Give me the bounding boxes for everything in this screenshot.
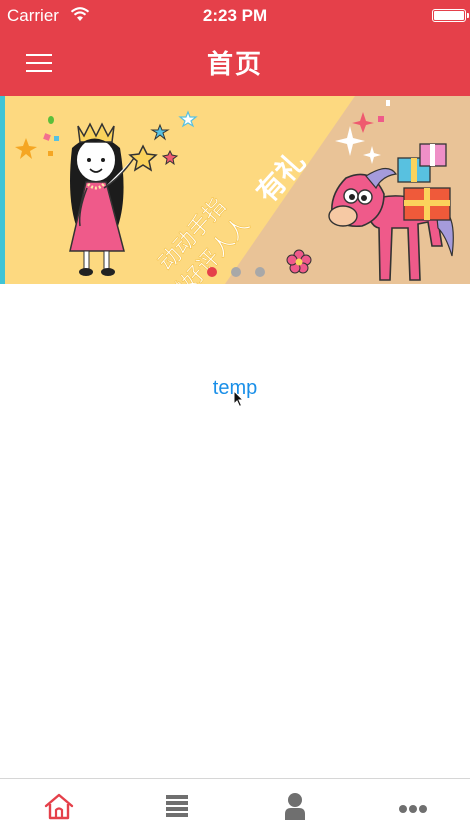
status-time: 2:23 PM xyxy=(202,6,268,25)
page-dot-1[interactable] xyxy=(207,267,217,277)
navigation-bar: Carrier 2:23 PM 首页 xyxy=(0,0,470,96)
home-icon xyxy=(44,793,73,820)
more-icon xyxy=(398,805,427,813)
tab-list[interactable] xyxy=(118,779,235,822)
promo-banner[interactable]: 动动手指 赠好评人人 有礼 xyxy=(0,96,470,284)
mouse-pointer-icon xyxy=(233,390,245,408)
banner-edge-accent xyxy=(0,96,5,284)
person-icon xyxy=(284,793,305,820)
tab-bar xyxy=(0,778,470,822)
page-dot-3[interactable] xyxy=(255,267,265,277)
tab-profile[interactable] xyxy=(236,779,353,822)
status-bar: Carrier 2:23 PM xyxy=(0,0,470,32)
list-icon xyxy=(165,795,188,817)
page-dot-2[interactable] xyxy=(231,267,241,277)
tab-home[interactable] xyxy=(0,779,117,822)
battery-icon xyxy=(432,9,469,22)
banner-illustration: 动动手指 赠好评人人 有礼 xyxy=(15,96,470,284)
page-title: 首页 xyxy=(206,49,263,79)
tab-more[interactable] xyxy=(354,779,470,822)
